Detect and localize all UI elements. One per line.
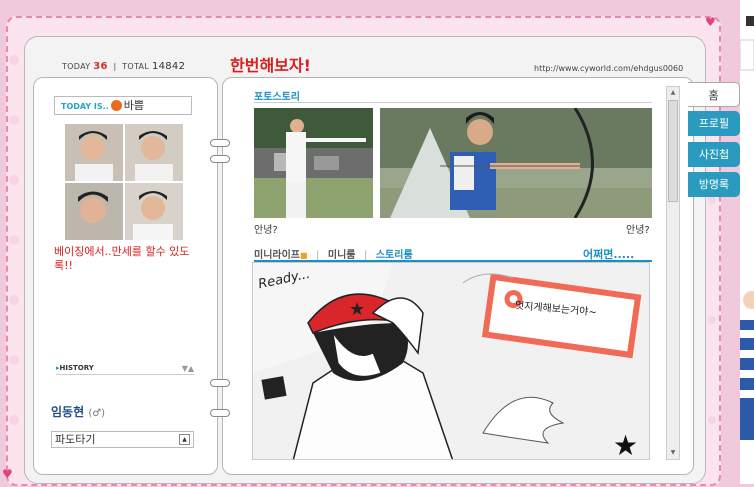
dropdown-arrow-icon[interactable]: ▲ bbox=[179, 434, 190, 445]
homepage-url[interactable]: http://www.cyworld.com/ehdgus0060 bbox=[534, 64, 683, 73]
section-divider bbox=[254, 102, 652, 103]
history-label: HISTORY bbox=[59, 364, 94, 372]
main-scrollbar[interactable]: ▲ ▼ bbox=[666, 86, 680, 460]
scroll-thumb[interactable] bbox=[668, 100, 678, 202]
adjacent-window-edge bbox=[739, 0, 754, 484]
minilife-badge-icon: ■ bbox=[300, 251, 308, 260]
owner-name-text: 임동현 bbox=[51, 405, 85, 419]
menu-profile[interactable]: 프로필 bbox=[688, 111, 740, 136]
photo-caption-2: 안녕? bbox=[626, 225, 650, 236]
visitor-counter: TODAY 36 | TOTAL 14842 bbox=[62, 61, 186, 72]
wave-dropdown[interactable]: 파도타기 ▲ bbox=[51, 431, 194, 448]
photo-caption-1: 안녕? bbox=[254, 225, 278, 236]
room-tabs: 미니라이프■ | 미니룸 | 스토리룸 bbox=[254, 246, 413, 261]
total-label: TOTAL bbox=[122, 62, 150, 71]
status-message: 베이징에서..만세를 할수 있도록!! bbox=[54, 245, 190, 272]
history-toggle-icon[interactable]: ▼▲ bbox=[182, 364, 194, 373]
today-label: TODAY bbox=[62, 62, 91, 71]
svg-text:★: ★ bbox=[613, 429, 638, 460]
storyroom-illustration: ★ ★ bbox=[252, 262, 650, 460]
mood-text: 바쁨 bbox=[123, 99, 144, 112]
menu-guestbook[interactable]: 방명록 bbox=[688, 172, 740, 197]
section-title[interactable]: 포토스토리 bbox=[254, 88, 300, 103]
page-title: 한번해보자! bbox=[230, 56, 311, 75]
menu-photo-album[interactable]: 사진첩 bbox=[688, 142, 740, 167]
history-bar[interactable]: ▸HISTORY ▼▲ bbox=[56, 364, 194, 375]
scroll-down-arrow-icon[interactable]: ▼ bbox=[668, 448, 678, 458]
wave-dropdown-value: 파도타기 bbox=[55, 433, 96, 446]
photo-story-image-1[interactable] bbox=[254, 108, 373, 218]
mood-emoticon-icon bbox=[110, 100, 122, 111]
photo-story-image-2[interactable] bbox=[380, 107, 652, 219]
today-count: 36 bbox=[93, 61, 108, 72]
svg-text:★: ★ bbox=[349, 299, 365, 320]
total-count: 14842 bbox=[151, 61, 186, 72]
today-is-label: TODAY IS.. bbox=[61, 102, 109, 111]
menu-home[interactable]: 홈 bbox=[688, 82, 740, 107]
owner-name: 임동현 (♂) bbox=[51, 403, 105, 420]
scroll-up-arrow-icon[interactable]: ▲ bbox=[668, 88, 678, 98]
profile-photo bbox=[65, 124, 183, 240]
today-mood-box: TODAY IS.. 바쁨 bbox=[54, 96, 192, 115]
gender-icon: (♂) bbox=[88, 408, 106, 419]
